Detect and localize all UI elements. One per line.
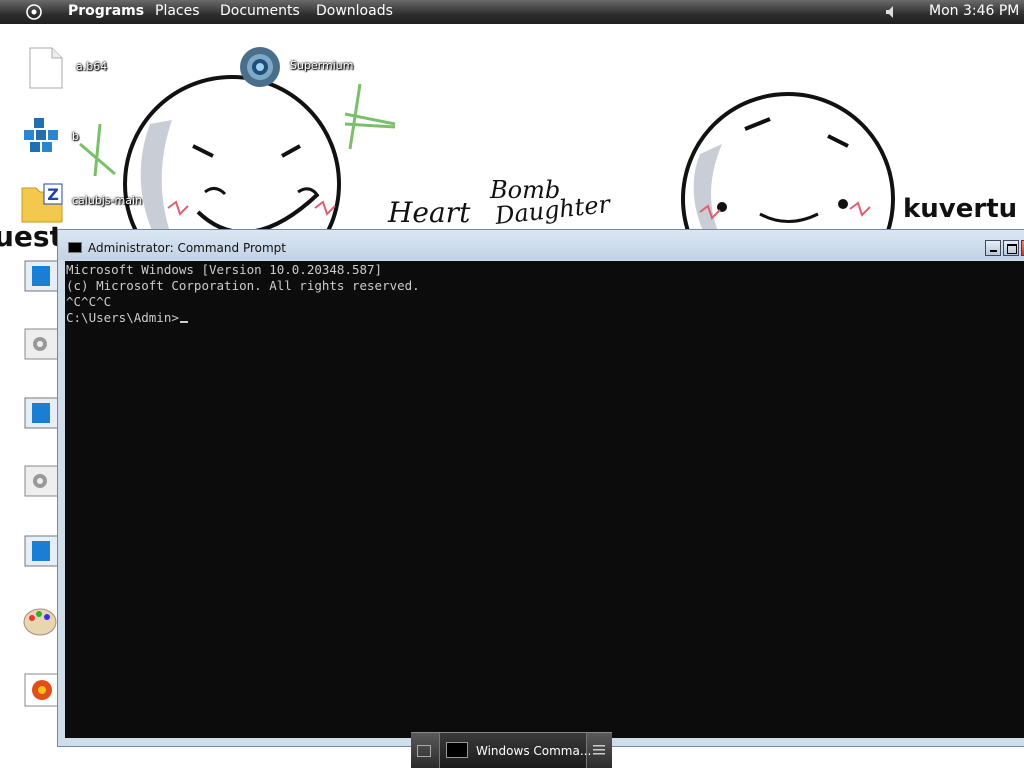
blocks-icon [24,118,58,152]
window-app-icon[interactable] [24,260,60,296]
desktop-icon-label: a.b64 [76,60,108,73]
console-prompt: C:\Users\Admin> [66,310,179,325]
maximize-icon [1007,244,1017,254]
desktop-icon-label: Supermium [290,59,354,72]
command-prompt-window[interactable]: Administrator: Command Prompt Microsoft … [57,229,1024,747]
paint-palette-icon[interactable] [22,604,58,640]
browser-icon [240,47,280,87]
main-menu-icon[interactable] [25,3,43,21]
taskbar: Windows Comma... [411,732,612,768]
taskbar-button-cmd[interactable]: Windows Comma... [439,733,591,768]
minimize-button[interactable] [985,240,1001,256]
window-app-icon[interactable] [24,535,60,571]
wallpaper-text-kuvertu: kuvertu [903,194,1018,224]
menu-documents[interactable]: Documents [220,3,300,19]
desktop-icon-label: calubjs-main [72,194,143,207]
clock[interactable]: Mon 3:46 PM [929,3,1019,19]
menu-lines-icon[interactable] [593,744,605,756]
desktop: Heart Bomb Daughter kuvertu uest Program… [0,0,1024,768]
minimize-icon [990,250,997,252]
console-line: ^C^C^C [66,294,112,309]
desktop-icon-b[interactable]: b [20,116,150,166]
menu-places[interactable]: Places [155,3,200,19]
console-line: (c) Microsoft Corporation. All rights re… [66,278,420,293]
menu-downloads[interactable]: Downloads [316,3,393,19]
window-titlebar[interactable]: Administrator: Command Prompt [58,230,1024,260]
gear-icon[interactable] [24,328,60,364]
window-app-icon[interactable] [24,397,60,433]
file-icon [29,47,63,89]
taskbar-button-label: Windows Comma... [476,744,592,758]
volume-icon[interactable] [884,4,900,20]
desktop-icon-supermium[interactable]: Supermium [238,45,368,95]
desktop-icon-calubjs-main[interactable]: Z calubjs-main [20,180,150,230]
svg-text:Z: Z [47,185,59,204]
console-output[interactable]: Microsoft Windows [Version 10.0.20348.58… [65,261,1024,738]
cmd-icon [68,242,82,253]
flower-image-icon[interactable] [24,673,60,709]
cmd-icon [446,742,468,758]
console-prompt-line: C:\Users\Admin> [66,310,1024,326]
show-desktop-icon[interactable] [417,745,431,757]
top-panel: Programs Places Documents Downloads Mon … [0,0,1024,24]
console-line: Microsoft Windows [Version 10.0.20348.58… [66,262,383,277]
desktop-icon-a-b64[interactable]: a.b64 [24,46,154,96]
gear-icon[interactable] [24,465,60,501]
maximize-button[interactable] [1003,240,1019,256]
menu-programs[interactable]: Programs [68,3,144,19]
text-cursor [179,321,188,323]
desktop-icon-label: b [72,130,79,143]
zip-folder-icon: Z [21,183,63,223]
window-title: Administrator: Command Prompt [88,241,286,255]
wallpaper-text-heart: Heart [388,196,471,229]
